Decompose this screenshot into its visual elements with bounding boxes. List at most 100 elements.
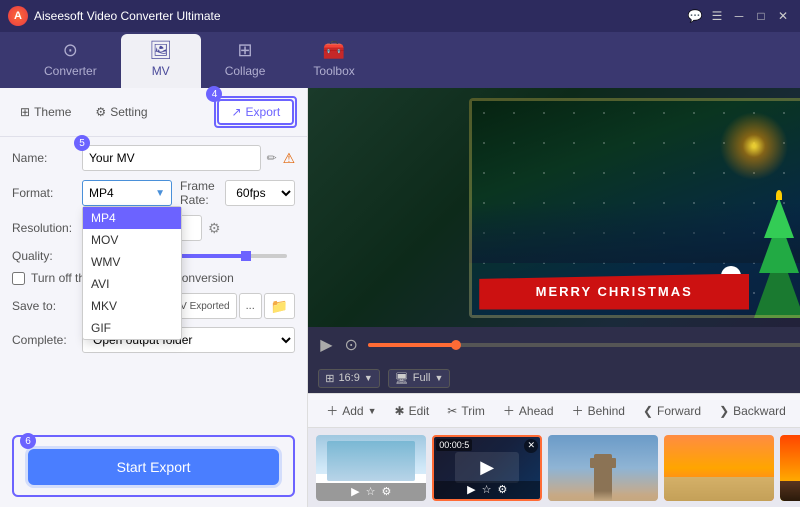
empty-button[interactable]: 🗑 Empty bbox=[796, 400, 800, 422]
add-arrow-icon: ▼ bbox=[368, 406, 377, 416]
theme-button[interactable]: ⊞ Theme bbox=[10, 101, 81, 123]
xmas-banner: MERRY CHRISTMAS bbox=[479, 274, 749, 310]
add-plus-icon: ＋ bbox=[326, 402, 338, 419]
firework bbox=[714, 106, 794, 186]
format-option-wmv[interactable]: WMV bbox=[83, 251, 181, 273]
window-controls: 💬 ☰ － □ ✕ bbox=[686, 8, 792, 24]
film-settings-icon-1: ⚙ bbox=[381, 485, 391, 498]
monitor-icon: 🖥 bbox=[395, 372, 409, 385]
city-gradient bbox=[469, 203, 800, 263]
nav-tabs: ⊙ Converter 🖼 MV ⊞ Collage 🧰 Toolbox bbox=[0, 32, 800, 88]
format-option-mkv[interactable]: MKV bbox=[83, 295, 181, 317]
tab-toolbox-label: Toolbox bbox=[313, 64, 354, 78]
format-dropdown-wrapper: MP4 ▼ MP4 MOV WMV AVI MKV GIF bbox=[82, 180, 172, 206]
behind-icon: ＋ bbox=[572, 402, 584, 419]
filmstrip-item-3[interactable] bbox=[548, 435, 658, 501]
menu-button[interactable]: ☰ bbox=[708, 8, 726, 24]
format-option-mov[interactable]: MOV bbox=[83, 229, 181, 251]
stop-button[interactable]: ⊙ bbox=[343, 333, 360, 357]
chat-button[interactable]: 💬 bbox=[686, 8, 704, 24]
filmstrip: ▶ ☆ ⚙ ▶ 00:00:5 ✕ ▶ ☆ ⚙ bbox=[308, 427, 800, 507]
format-option-mp4[interactable]: MP4 bbox=[83, 207, 181, 229]
minimize-button[interactable]: － bbox=[730, 8, 748, 24]
export-form: Name: 5 ✏ ⚠ Format: MP4 ▼ bbox=[0, 137, 307, 435]
step6-badge: 6 bbox=[20, 433, 36, 449]
forward-label: Forward bbox=[657, 404, 701, 418]
resolution-gear-button[interactable]: ⚙ bbox=[208, 220, 221, 237]
tab-converter[interactable]: ⊙ Converter bbox=[20, 34, 121, 88]
quality-chevron-icon: ▼ bbox=[434, 373, 443, 383]
main-content: ⊞ Theme ⚙ Setting 4 ↗ Export Na bbox=[0, 88, 800, 507]
saveto-dots-label: ... bbox=[246, 300, 255, 312]
trim-icon: ✂ bbox=[447, 404, 457, 418]
bottom-toolbar: ＋ Add ▼ ✱ Edit ✂ Trim ＋ Ahead ＋ Behind ❮ bbox=[308, 393, 800, 427]
turnoff-checkbox[interactable] bbox=[12, 272, 25, 285]
player-controls: ▶ ⊙ 00:00:05.00/00:00:25.00 🔊 bbox=[308, 327, 800, 363]
tab-collage-label: Collage bbox=[225, 64, 266, 78]
right-panel: MERRY CHRISTMAS ▶ ⊙ 00:00:05.00/00:00:25… bbox=[308, 88, 800, 507]
forward-button[interactable]: ❮ Forward bbox=[635, 400, 709, 422]
setting-gear-icon: ⚙ bbox=[95, 105, 106, 119]
film-icon-2: ▶ bbox=[467, 483, 475, 496]
resolution-label: Resolution: bbox=[12, 221, 82, 235]
format-option-gif[interactable]: GIF bbox=[83, 317, 181, 339]
player-options: ⊞ 16:9 ▼ 🖥 Full ▼ Start Export bbox=[308, 363, 800, 393]
backward-icon: ❯ bbox=[719, 404, 729, 418]
progress-bar[interactable] bbox=[368, 343, 800, 347]
xmas-text: MERRY CHRISTMAS bbox=[536, 284, 693, 299]
format-select[interactable]: MP4 ▼ bbox=[82, 180, 172, 206]
folder-icon: 📁 bbox=[271, 298, 288, 314]
aspect-icon: ⊞ bbox=[325, 372, 334, 385]
start-export-main-button[interactable]: Start Export bbox=[28, 449, 279, 485]
framerate-select[interactable]: 60fps 30fps 24fps bbox=[225, 180, 295, 206]
complete-label: Complete: bbox=[12, 333, 82, 347]
trim-label: Trim bbox=[461, 404, 485, 418]
close-button[interactable]: ✕ bbox=[774, 8, 792, 24]
setting-label: Setting bbox=[110, 105, 147, 119]
add-label: Add bbox=[342, 404, 363, 418]
quality-value: Full bbox=[413, 372, 431, 384]
quality-select[interactable]: 🖥 Full ▼ bbox=[388, 369, 451, 388]
aspect-ratio-select[interactable]: ⊞ 16:9 ▼ bbox=[318, 369, 380, 388]
forward-icon: ❮ bbox=[643, 404, 653, 418]
tab-toolbox[interactable]: 🧰 Toolbox bbox=[289, 34, 378, 88]
filmstrip-item-2[interactable]: ▶ 00:00:5 ✕ ▶ ☆ ⚙ bbox=[432, 435, 542, 501]
filmstrip-item-2-time: 00:00:5 bbox=[436, 439, 472, 451]
play-button[interactable]: ▶ bbox=[318, 333, 334, 357]
mv-icon: 🖼 bbox=[149, 40, 172, 61]
format-dropdown[interactable]: MP4 MOV WMV AVI MKV GIF bbox=[82, 206, 182, 340]
filmstrip-item-2-close[interactable]: ✕ bbox=[524, 439, 538, 453]
collage-icon: ⊞ bbox=[237, 40, 252, 61]
maximize-button[interactable]: □ bbox=[752, 8, 770, 24]
name-input[interactable] bbox=[82, 145, 261, 171]
saveto-folder-button[interactable]: 📁 bbox=[264, 293, 295, 319]
setting-button[interactable]: ⚙ Setting bbox=[85, 101, 157, 123]
edit-button[interactable]: ✱ Edit bbox=[387, 400, 438, 422]
format-selected-value: MP4 bbox=[89, 186, 114, 200]
saveto-dots-button[interactable]: ... bbox=[239, 293, 262, 319]
tab-collage[interactable]: ⊞ Collage bbox=[201, 34, 290, 88]
export-button[interactable]: ↗ Export bbox=[217, 99, 294, 125]
export-highlight: ↗ Export bbox=[214, 96, 297, 128]
trim-button[interactable]: ✂ Trim bbox=[439, 400, 493, 422]
edit-icon: ✱ bbox=[395, 404, 405, 418]
app-title: Aiseesoft Video Converter Ultimate bbox=[34, 9, 686, 23]
tab-converter-label: Converter bbox=[44, 64, 97, 78]
filmstrip-item-5[interactable] bbox=[780, 435, 800, 501]
converter-icon: ⊙ bbox=[63, 40, 78, 61]
filmstrip-item-1[interactable]: ▶ ☆ ⚙ bbox=[316, 435, 426, 501]
tab-mv[interactable]: 🖼 MV bbox=[121, 34, 201, 88]
behind-button[interactable]: ＋ Behind bbox=[564, 398, 633, 423]
ahead-button[interactable]: ＋ Ahead bbox=[495, 398, 562, 423]
backward-button[interactable]: ❯ Backward bbox=[711, 400, 794, 422]
step5-badge: 5 bbox=[74, 135, 90, 151]
export-icon: ↗ bbox=[231, 105, 241, 119]
start-export-wrapper: 6 Start Export bbox=[0, 435, 307, 507]
left-panel-header: ⊞ Theme ⚙ Setting 4 ↗ Export bbox=[0, 88, 307, 137]
name-edit-icon: ✏ bbox=[267, 151, 277, 165]
ahead-icon: ＋ bbox=[503, 402, 515, 419]
add-button[interactable]: ＋ Add ▼ bbox=[318, 398, 384, 423]
tab-mv-label: MV bbox=[152, 64, 170, 78]
filmstrip-item-4[interactable] bbox=[664, 435, 774, 501]
format-option-avi[interactable]: AVI bbox=[83, 273, 181, 295]
